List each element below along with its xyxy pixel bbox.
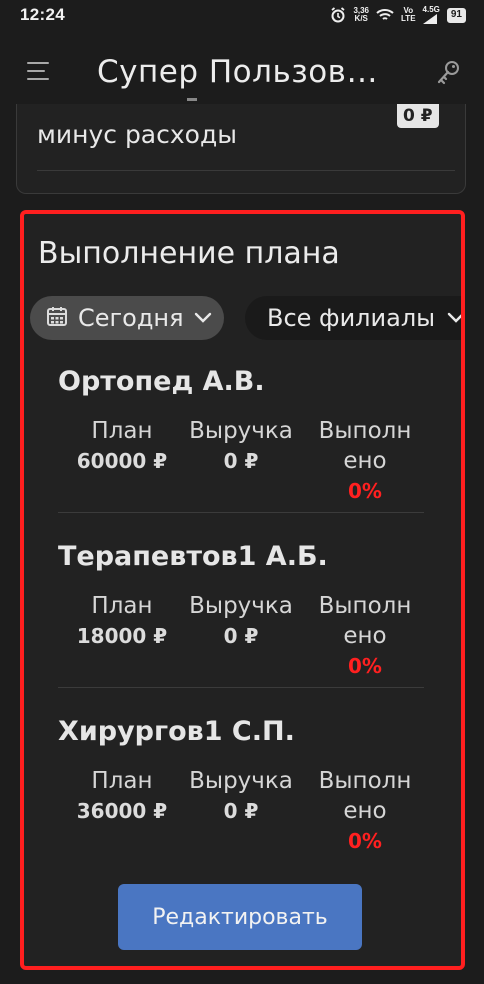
revenue-value: 0 ₽ [223,449,259,473]
alarm-icon [330,7,346,23]
card-title: Выполнение плана [38,236,340,271]
edit-button[interactable]: Редактировать [118,884,362,950]
done-label-line2: ено [343,448,387,474]
status-time: 12:24 [20,5,65,24]
app-title: Супер Пользов… [97,54,378,90]
menu-icon[interactable] [27,62,51,84]
plan-stat: План 36000 ₽ [58,766,186,826]
battery-indicator: 91 [446,7,466,23]
key-icon[interactable] [436,60,460,90]
done-label-line2: ено [343,623,387,649]
status-icons: 3,36 K/S Vo LTE 4.5G 91 [330,6,466,24]
volte-bottom: LTE [401,14,416,23]
done-percent: 0% [348,654,382,678]
cutoff-text-remnant [187,98,197,101]
plan-value: 60000 ₽ [76,449,168,473]
plan-execution-card: Выполнение плана Сегодня Все филиалы Орт… [20,210,465,970]
doctor-row: Ортопед А.В. План 60000 ₽ Выручка 0 ₽ Вы… [58,366,428,513]
revenue-value: 0 ₽ [223,624,259,648]
doctor-name: Терапевтов1 А.Б. [58,541,328,572]
done-label-line2: ено [343,798,387,824]
revenue-label: Выручка [189,768,293,794]
revenue-stat: Выручка 0 ₽ [186,416,296,476]
revenue-stat: Выручка 0 ₽ [186,766,296,826]
calendar-icon [46,305,68,331]
plan-label: План [91,593,153,619]
doctor-row: Терапевтов1 А.Б. План 18000 ₽ Выручка 0 … [58,541,428,688]
revenue-stat: Выручка 0 ₽ [186,591,296,651]
done-percent: 0% [348,479,382,503]
volte-indicator: Vo LTE [401,7,416,23]
income-summary-card: минус расходы 0 ₽ [16,98,466,194]
branch-filter-chip[interactable]: Все филиалы [245,296,461,340]
net-speed: 3,36 K/S [353,7,369,23]
summary-value-badge: 0 ₽ [397,104,439,128]
wifi-icon [376,8,394,22]
net-speed-unit: K/S [354,14,368,23]
divider [58,512,424,513]
chevron-down-icon [447,309,461,328]
date-filter-chip[interactable]: Сегодня [30,296,224,340]
network-label: 4.5G [422,5,440,14]
app-bar: Супер Пользов… [0,44,484,104]
summary-label: минус расходы [37,120,237,149]
done-stat: Выполн ено 0% [310,416,420,506]
plan-label: План [91,418,153,444]
doctor-stats: План 18000 ₽ Выручка 0 ₽ Выполн ено 0% [58,591,428,691]
doctor-row: Хирургов1 С.П. План 36000 ₽ Выручка 0 ₽ … [58,716,428,853]
revenue-label: Выручка [189,418,293,444]
date-filter-label: Сегодня [78,304,184,332]
divider [37,170,455,171]
done-label-line1: Выполн [318,768,412,794]
branch-filter-label: Все филиалы [267,304,436,332]
plan-value: 36000 ₽ [76,799,168,823]
plan-stat: План 18000 ₽ [58,591,186,651]
done-stat: Выполн ено 0% [310,591,420,681]
done-stat: Выполн ено 0% [310,766,420,856]
doctor-stats: План 36000 ₽ Выручка 0 ₽ Выполн ено 0% [58,766,428,866]
doctor-stats: План 60000 ₽ Выручка 0 ₽ Выполн ено 0% [58,416,428,516]
doctor-name: Ортопед А.В. [58,366,265,397]
status-bar: 12:24 3,36 K/S Vo LTE 4.5G 91 [0,0,484,30]
signal-icon [422,14,437,24]
doctor-name: Хирургов1 С.П. [58,716,295,747]
revenue-label: Выручка [189,593,293,619]
divider [58,687,424,688]
plan-value: 18000 ₽ [76,624,168,648]
plan-stat: План 60000 ₽ [58,416,186,476]
revenue-value: 0 ₽ [223,799,259,823]
network-indicator: 4.5G [422,5,440,24]
plan-label: План [91,768,153,794]
done-percent: 0% [348,829,382,853]
chevron-down-icon [194,309,212,328]
done-label-line1: Выполн [318,418,412,444]
done-label-line1: Выполн [318,593,412,619]
